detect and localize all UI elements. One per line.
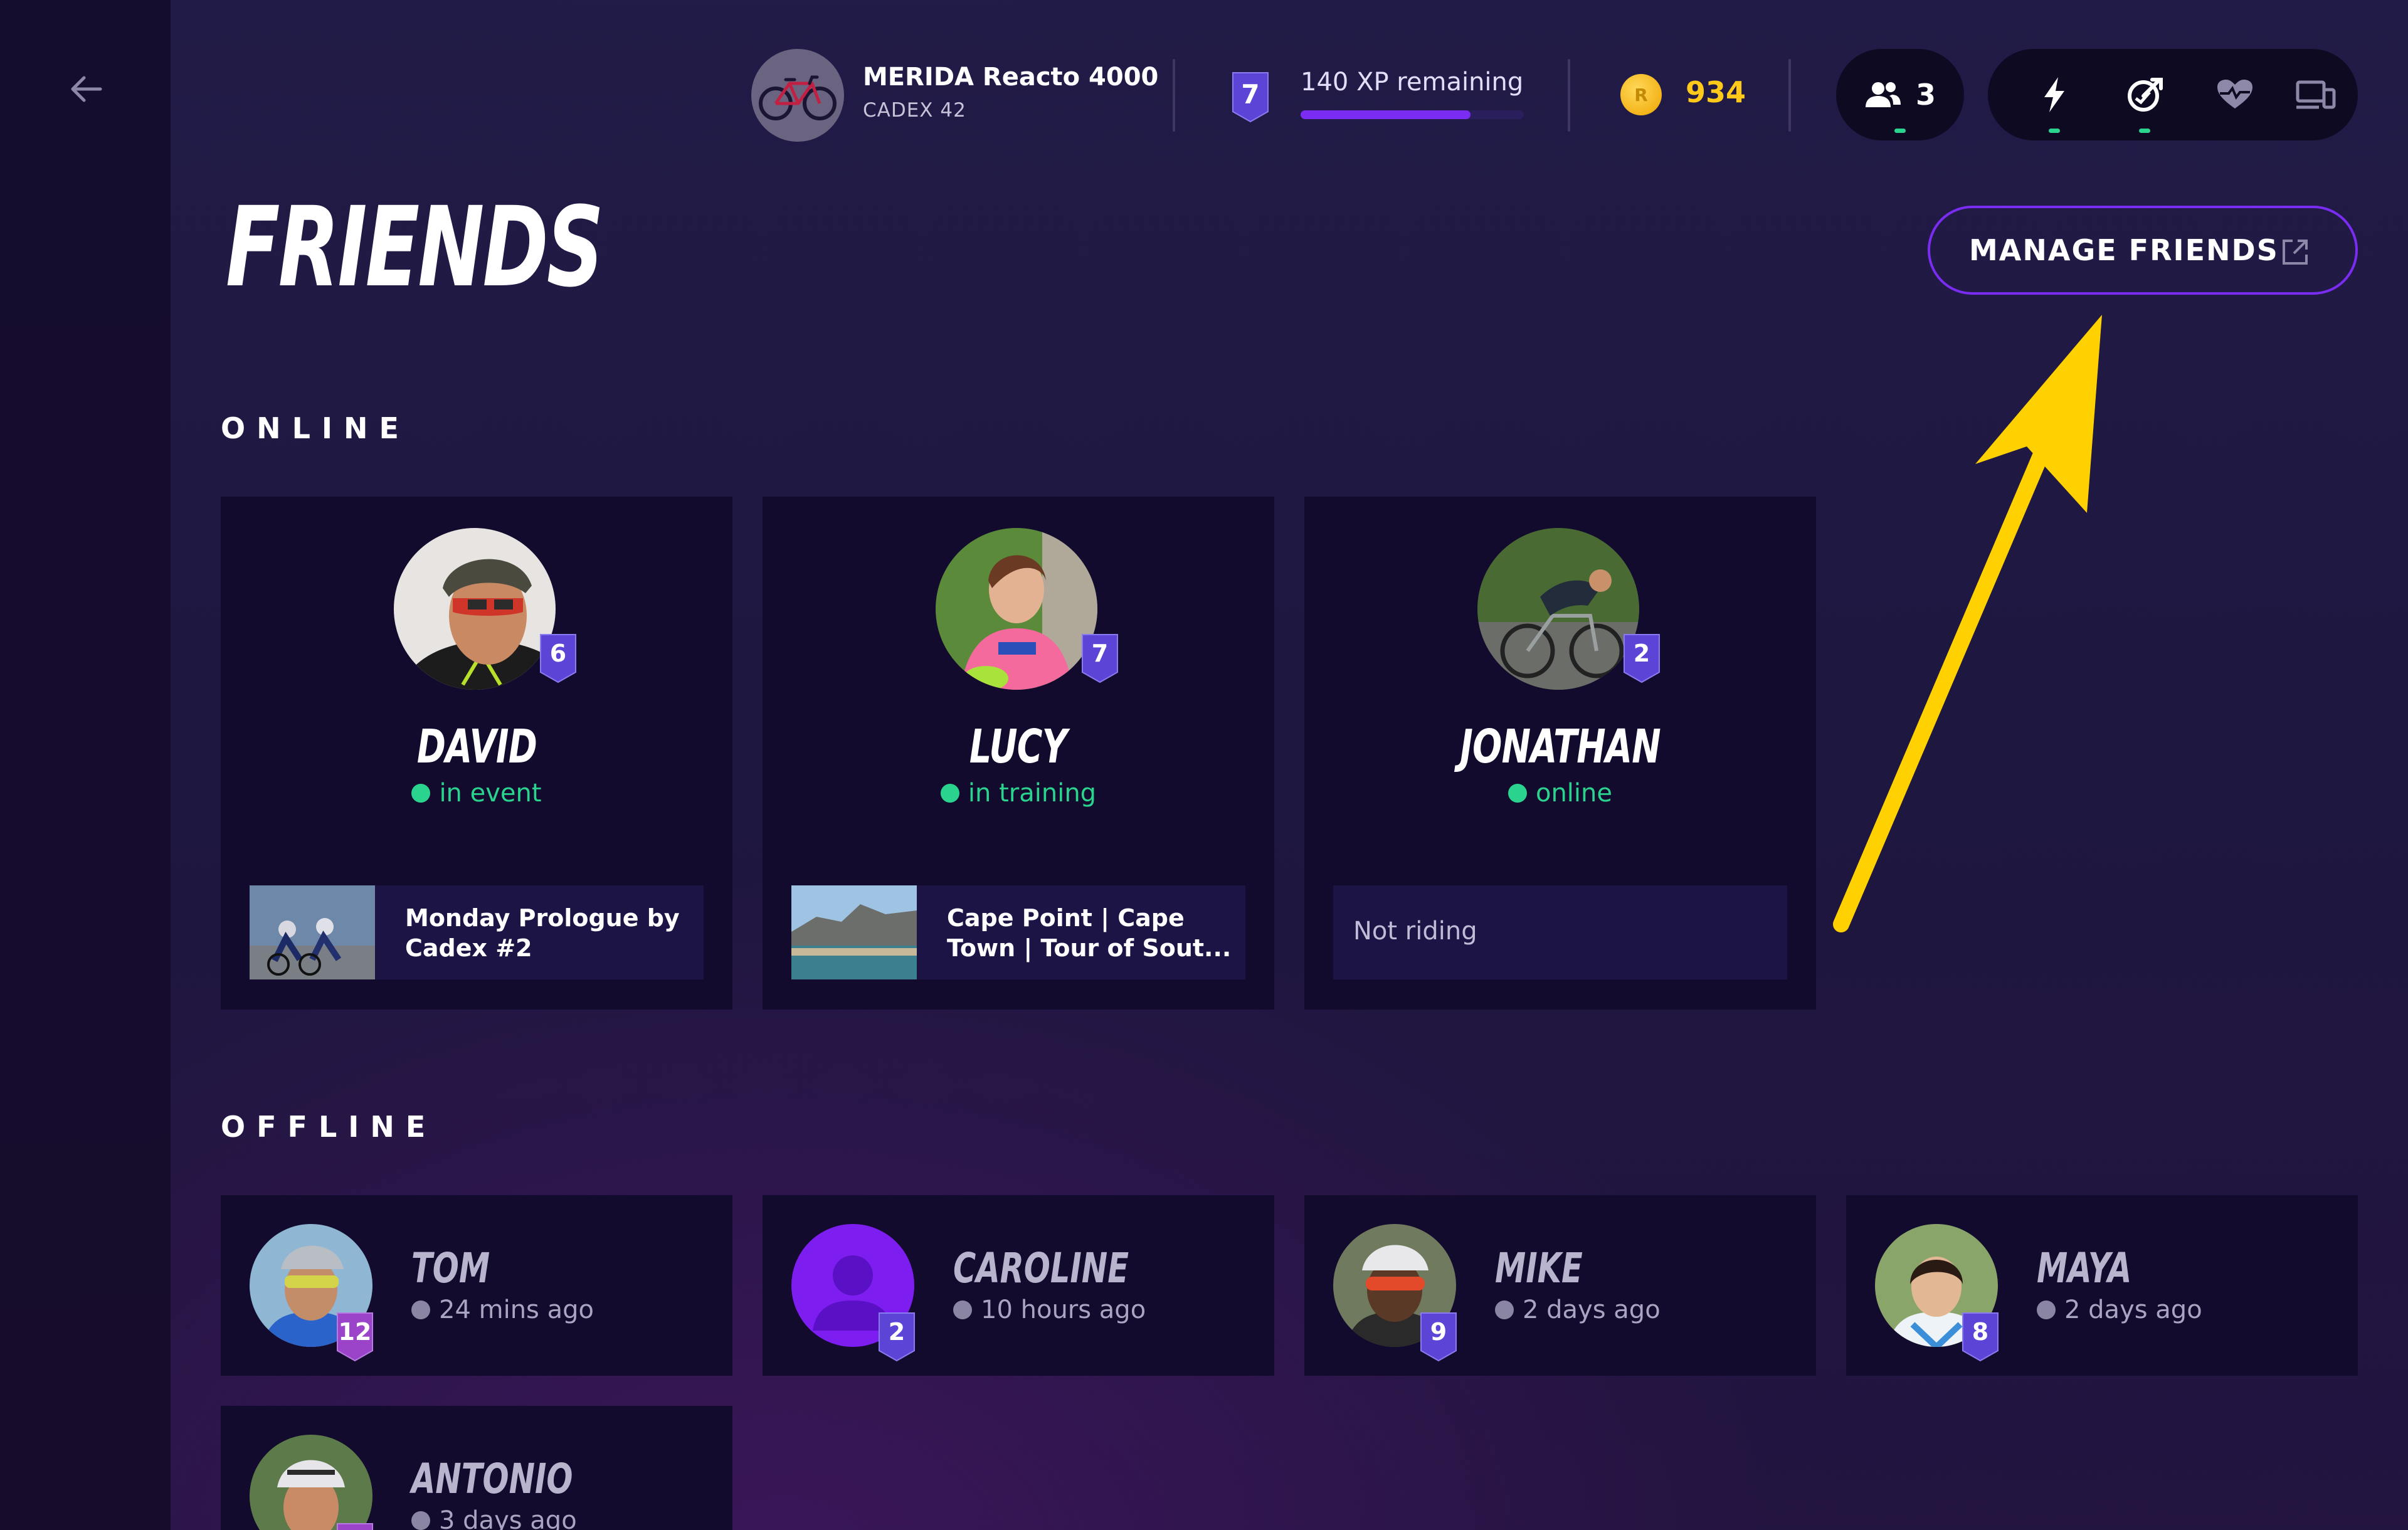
- offline-dot: [953, 1300, 972, 1319]
- level-number: 8: [1972, 1318, 1989, 1346]
- xp-remaining: 140 XP remaining: [1301, 68, 1524, 97]
- divider: [1788, 59, 1791, 132]
- level-badge: 15: [335, 1521, 375, 1530]
- friend-name: MIKE: [1495, 1244, 1583, 1292]
- friend-last-seen: 2 days ago: [1495, 1295, 1661, 1324]
- friend-card-online[interactable]: 6 DAVID in event Monday Prologue by Cade…: [221, 497, 732, 1010]
- offline-dot: [1495, 1300, 1514, 1319]
- arrow-left-icon: [71, 76, 102, 102]
- current-activity: Not riding: [1333, 885, 1787, 979]
- manage-friends-label: MANAGE FRIENDS: [1969, 233, 2279, 267]
- level-number: 6: [549, 640, 567, 667]
- friend-name: CAROLINE: [953, 1244, 1129, 1292]
- friend-status: online: [1304, 779, 1816, 808]
- coin-icon: R: [1620, 74, 1662, 115]
- friend-card-offline[interactable]: 12 TOM 24 mins ago: [221, 1195, 732, 1376]
- level-number: 7: [1241, 79, 1260, 110]
- cadence-icon: [2128, 78, 2163, 112]
- level-badge: 6: [538, 632, 578, 685]
- divider: [1173, 59, 1175, 132]
- external-link-icon: [2283, 240, 2308, 265]
- cadence-sensor-button[interactable]: [2101, 49, 2189, 140]
- friend-card-offline[interactable]: 9 MIKE 2 days ago: [1304, 1195, 1816, 1376]
- friends-online-button[interactable]: 3: [1836, 49, 1964, 140]
- level-number: 2: [1633, 640, 1650, 667]
- page-title: FRIENDS: [226, 183, 604, 312]
- activity-thumbnail: [250, 885, 375, 979]
- level-badge: 7: [1230, 70, 1270, 124]
- divider: [1568, 59, 1570, 132]
- online-section-label: ONLINE: [221, 411, 410, 445]
- activity-title: Cape Point | Cape Town | Tour of Sout...: [947, 904, 1232, 962]
- sidebar: [0, 0, 171, 1530]
- activity-thumbnail: [791, 885, 917, 979]
- users-icon: [1865, 82, 1901, 107]
- level-number: 12: [338, 1318, 372, 1346]
- offline-dot: [411, 1511, 430, 1530]
- level-badge: 7: [1080, 632, 1120, 685]
- connected-indicator: [2139, 129, 2150, 133]
- friend-status: in training: [763, 779, 1274, 808]
- friend-card-offline[interactable]: 2 CAROLINE 10 hours ago: [763, 1195, 1274, 1376]
- power-icon: [2044, 77, 2064, 112]
- back-button[interactable]: [61, 64, 112, 114]
- xp-progress-fill: [1301, 110, 1471, 119]
- friend-name: TOM: [411, 1244, 490, 1292]
- bike-avatar[interactable]: [751, 49, 844, 142]
- level-number: 7: [1091, 640, 1109, 667]
- level-badge: 12: [335, 1311, 375, 1363]
- coin-balance: 934: [1686, 75, 1746, 109]
- friend-name: MAYA: [2037, 1244, 2132, 1292]
- friend-card-online[interactable]: 7 LUCY in training Cape Point | Cape Tow…: [763, 497, 1274, 1010]
- power-meter-button[interactable]: [2010, 49, 2098, 140]
- current-activity[interactable]: Monday Prologue by Cadex #2: [250, 885, 704, 979]
- current-activity[interactable]: Cape Point | Cape Town | Tour of Sout...: [791, 885, 1245, 979]
- offline-section-label: OFFLINE: [221, 1110, 437, 1144]
- connected-indicator: [2049, 129, 2060, 133]
- avatar: [1477, 528, 1639, 690]
- friend-last-seen: 10 hours ago: [953, 1295, 1146, 1324]
- level-badge: 8: [1960, 1311, 2000, 1363]
- devices-icon: [2296, 80, 2336, 109]
- heart-rate-icon: [2217, 80, 2252, 108]
- avatar: [936, 528, 1097, 690]
- bike-name: MERIDA Reacto 4000: [863, 63, 1159, 92]
- level-badge: 2: [1622, 632, 1662, 685]
- friend-name: ANTONIO: [411, 1455, 573, 1503]
- level-number: 2: [888, 1318, 906, 1346]
- avatar: [250, 1435, 372, 1530]
- friend-status: in event: [221, 779, 732, 808]
- activity-title: Monday Prologue by Cadex #2: [405, 904, 680, 962]
- manage-friends-button[interactable]: MANAGE FRIENDS: [1928, 206, 2358, 295]
- friends-online-toggle[interactable]: 3: [1836, 49, 1964, 140]
- friend-last-seen: 24 mins ago: [411, 1295, 594, 1324]
- friend-name: LUCY: [969, 720, 1067, 774]
- avatar: [394, 528, 556, 690]
- level-badge: 2: [877, 1311, 917, 1363]
- online-dot: [1508, 784, 1527, 803]
- online-dot: [940, 784, 959, 803]
- devices-button[interactable]: [2281, 49, 2350, 140]
- connected-indicator: [1894, 129, 1906, 133]
- bike-icon: [759, 75, 837, 120]
- friend-name: JONATHAN: [1460, 720, 1661, 774]
- friend-last-seen: 3 days ago: [411, 1506, 577, 1530]
- heart-rate-button[interactable]: [2191, 49, 2279, 140]
- bike-wheels: CADEX 42: [863, 99, 966, 122]
- xp-progress-bar: [1301, 110, 1524, 119]
- offline-dot: [2037, 1300, 2056, 1319]
- friend-card-offline[interactable]: 8 MAYA 2 days ago: [1846, 1195, 2358, 1376]
- level-number: 9: [1430, 1318, 1447, 1346]
- device-status-bar: [1988, 49, 2358, 140]
- friend-card-offline[interactable]: 15 ANTONIO 3 days ago: [221, 1406, 732, 1530]
- offline-dot: [411, 1300, 430, 1319]
- coin-symbol: R: [1634, 84, 1648, 105]
- activity-none: Not riding: [1353, 917, 1477, 946]
- level-badge: 9: [1418, 1311, 1459, 1363]
- friend-card-online[interactable]: 2 JONATHAN online Not riding: [1304, 497, 1816, 1010]
- friends-online-count: 3: [1915, 78, 1936, 112]
- online-dot: [411, 784, 431, 803]
- friend-name: DAVID: [416, 720, 537, 774]
- friend-last-seen: 2 days ago: [2037, 1295, 2202, 1324]
